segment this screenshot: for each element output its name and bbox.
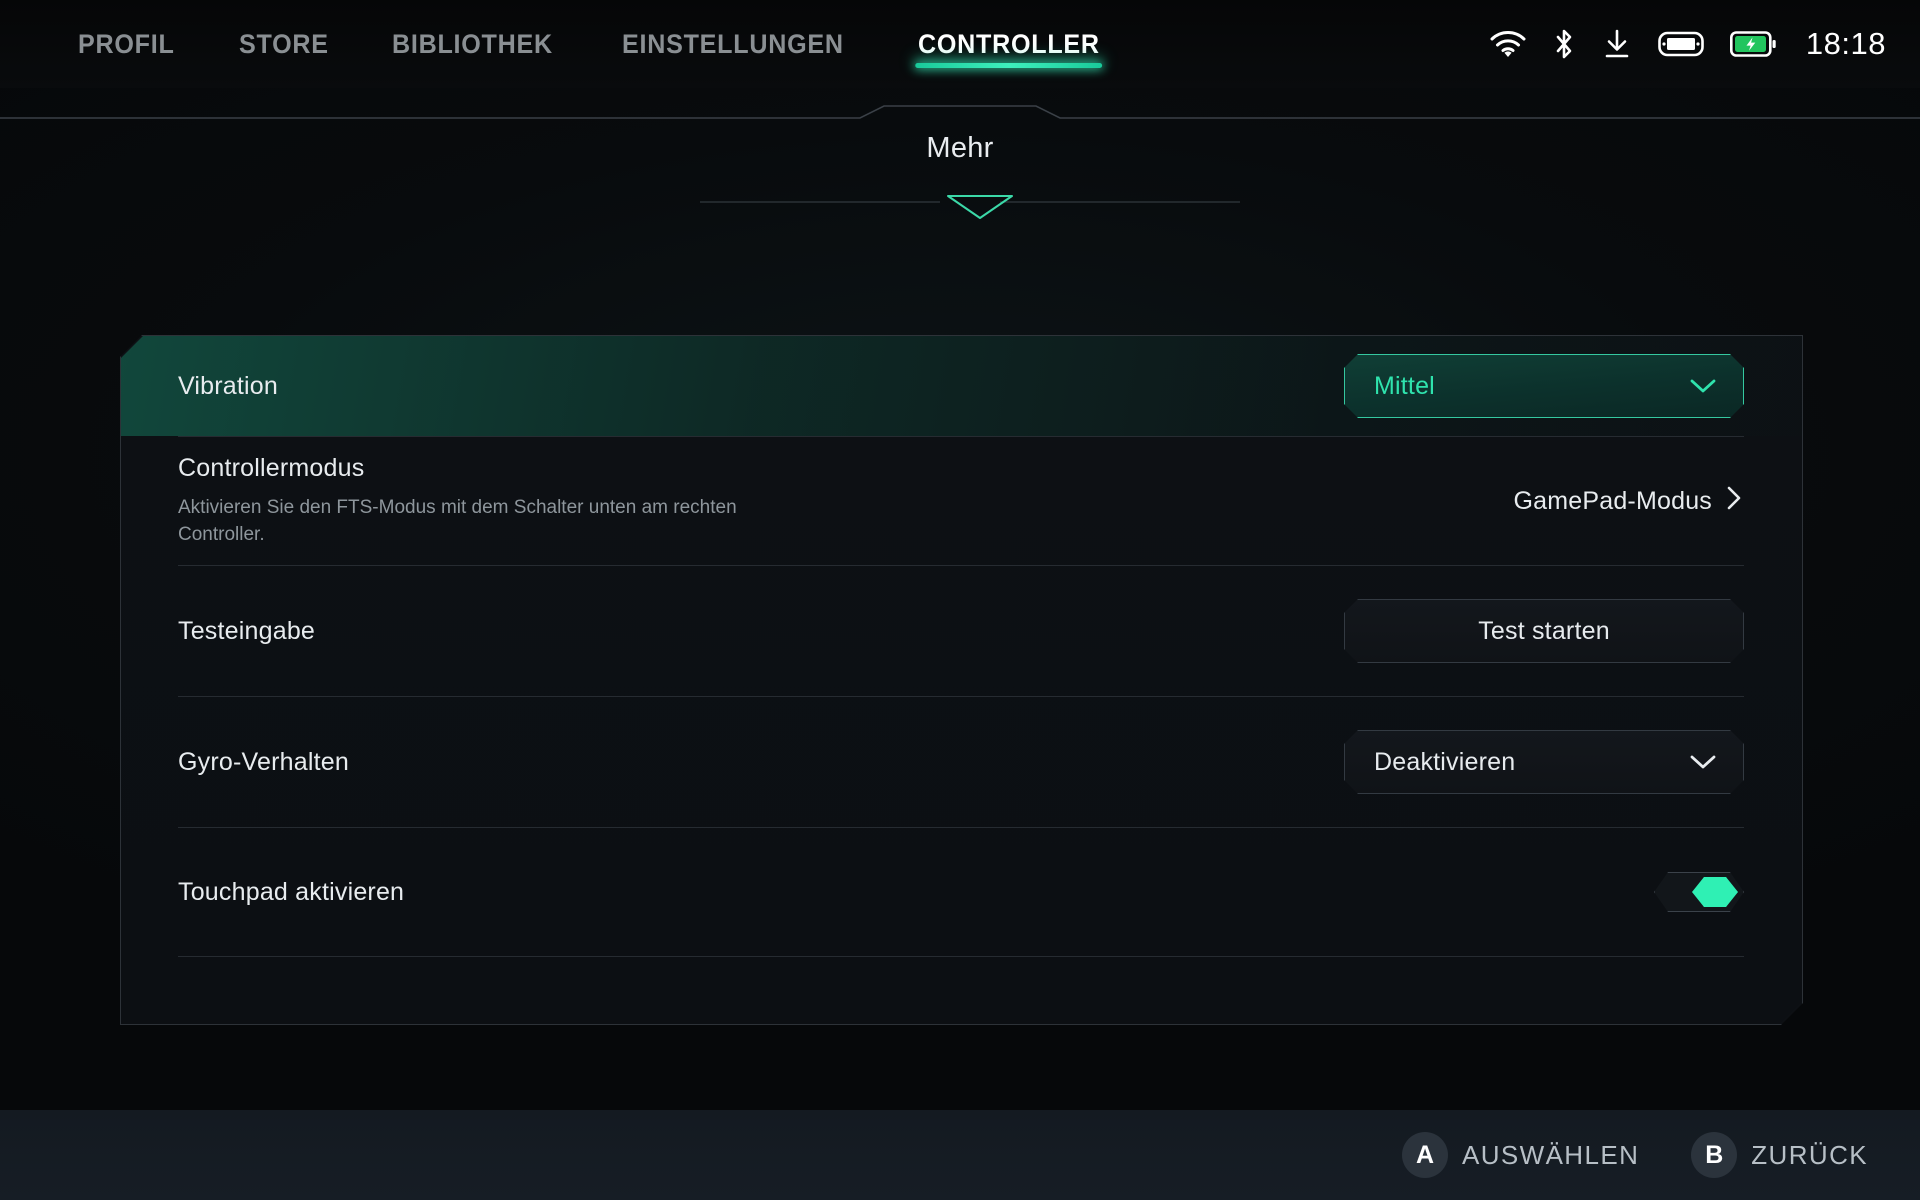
setting-row-testeingabe[interactable]: Testeingabe Test starten [121, 566, 1802, 696]
controllermodus-link[interactable]: GamePad-Modus [1513, 485, 1744, 518]
settings-panel-body: Vibration Mittel Controllermodus Aktivie… [121, 336, 1802, 1024]
tab-einstellungen[interactable]: EINSTELLUNGEN [622, 0, 871, 88]
touchpad-label-wrap: Touchpad aktivieren [178, 878, 1654, 907]
top-navigation-bar: PROFIL STORE BIBLIOTHEK EINSTELLUNGEN CO… [0, 0, 1920, 88]
tab-einstellungen-label: EINSTELLUNGEN [622, 29, 844, 59]
header-notch-divider [0, 88, 1920, 134]
hint-select-label: AUSWÄHLEN [1462, 1140, 1639, 1171]
gyro-label-wrap: Gyro-Verhalten [178, 748, 1344, 777]
tab-controller-label: CONTROLLER [918, 29, 1100, 59]
controllermodus-description: Aktivieren Sie den FTS-Modus mit dem Sch… [178, 495, 738, 549]
nav-tabs: PROFIL STORE BIBLIOTHEK EINSTELLUNGEN CO… [78, 0, 1113, 88]
touchpad-label: Touchpad aktivieren [178, 878, 1654, 907]
tab-profil[interactable]: PROFIL [78, 0, 202, 88]
setting-row-touchpad[interactable]: Touchpad aktivieren [121, 828, 1802, 956]
tab-controller[interactable]: CONTROLLER [918, 0, 1100, 88]
testeingabe-label-wrap: Testeingabe [178, 617, 1344, 646]
hint-back-label: ZURÜCK [1751, 1140, 1868, 1171]
tab-bibliothek-label: BIBLIOTHEK [392, 29, 553, 59]
hint-select[interactable]: A AUSWÄHLEN [1402, 1132, 1639, 1178]
download-icon [1602, 28, 1632, 60]
gyro-verhalten-label: Gyro-Verhalten [178, 748, 1344, 777]
controllermodus-label-wrap: Controllermodus Aktivieren Sie den FTS-M… [178, 454, 1513, 549]
tab-store[interactable]: STORE [239, 0, 356, 88]
setting-row-gyro-verhalten[interactable]: Gyro-Verhalten Deaktivieren [121, 697, 1802, 827]
chevron-down-icon [1689, 753, 1743, 771]
vibration-label-wrap: Vibration [178, 372, 1344, 401]
status-icons-tray: 18:18 [1490, 0, 1886, 88]
vibration-dropdown[interactable]: Mittel [1344, 354, 1744, 418]
button-b-badge: B [1691, 1132, 1737, 1178]
chevron-right-icon [1726, 485, 1742, 518]
active-tab-underline [915, 63, 1102, 68]
setting-row-vibration[interactable]: Vibration Mittel [121, 336, 1802, 436]
vibration-dropdown-value: Mittel [1345, 372, 1689, 401]
handheld-device-icon [1658, 29, 1704, 59]
hint-back[interactable]: B ZURÜCK [1691, 1132, 1868, 1178]
status-clock: 18:18 [1806, 26, 1886, 62]
settings-panel: Vibration Mittel Controllermodus Aktivie… [120, 335, 1803, 1025]
page-header-zone: Mehr [0, 88, 1920, 268]
vibration-label: Vibration [178, 372, 1344, 401]
controllermodus-value: GamePad-Modus [1513, 487, 1712, 516]
testeingabe-label: Testeingabe [178, 617, 1344, 646]
controller-settings-screen: PROFIL STORE BIBLIOTHEK EINSTELLUNGEN CO… [0, 0, 1920, 1200]
tab-profil-label: PROFIL [78, 29, 175, 59]
tab-store-label: STORE [239, 29, 329, 59]
row-divider [178, 956, 1744, 957]
button-a-badge: A [1402, 1132, 1448, 1178]
touchpad-toggle[interactable] [1654, 872, 1744, 912]
bluetooth-icon [1552, 28, 1576, 60]
wifi-icon [1490, 30, 1526, 58]
footer-hint-bar: A AUSWÄHLEN B ZURÜCK [0, 1110, 1920, 1200]
page-title: Mehr [0, 132, 1920, 165]
gyro-dropdown-value: Deaktivieren [1345, 748, 1689, 777]
battery-charging-icon [1730, 30, 1776, 58]
gyro-dropdown[interactable]: Deaktivieren [1344, 730, 1744, 794]
chevron-down-icon [1689, 377, 1743, 395]
setting-row-controllermodus[interactable]: Controllermodus Aktivieren Sie den FTS-M… [121, 437, 1802, 565]
start-test-button[interactable]: Test starten [1344, 599, 1744, 663]
start-test-button-label: Test starten [1478, 617, 1610, 646]
tab-bibliothek[interactable]: BIBLIOTHEK [392, 0, 580, 88]
header-caret-divider [0, 182, 1920, 222]
controllermodus-label: Controllermodus [178, 454, 1513, 483]
